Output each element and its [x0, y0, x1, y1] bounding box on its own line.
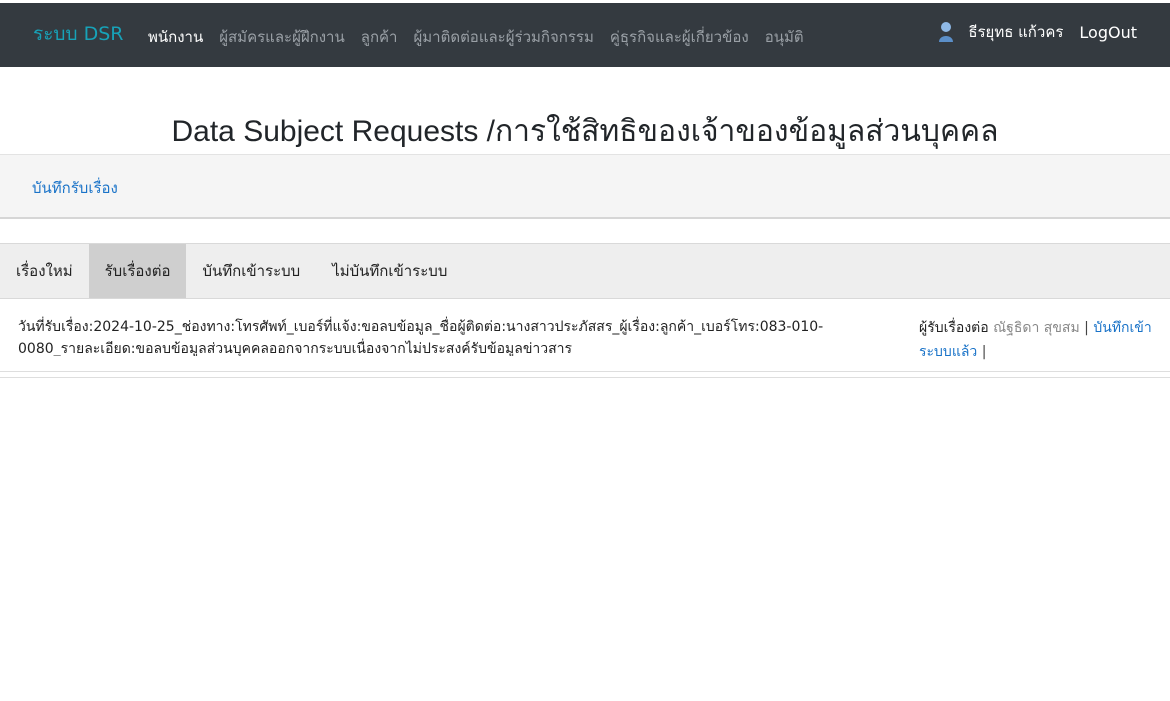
status-tabs: เรื่องใหม่ รับเรื่องต่อ บันทึกเข้าระบบ ไ… — [0, 243, 1170, 299]
nav-item-employees[interactable]: พนักงาน — [148, 25, 203, 49]
nav-item-partners[interactable]: คู่ธุรกิจและผู้เกี่ยวข้อง — [610, 25, 749, 49]
page-title: Data Subject Requests /การใช้สิทธิของเจ้… — [171, 115, 999, 148]
user-area: ธีรยุทธ แก้วคร LogOut — [938, 20, 1137, 44]
separator: | — [1084, 320, 1089, 336]
request-detail-text: 2024-10-25_ช่องทาง:โทรศัพท์_เบอร์ที่แจ้ง… — [18, 319, 824, 356]
nav-item-applicants[interactable]: ผู้สมัครและผู้ฝึกงาน — [219, 25, 345, 49]
nav-item-approve[interactable]: อนุมัติ — [765, 25, 804, 49]
user-name[interactable]: ธีรยุทธ แก้วคร — [968, 20, 1063, 44]
top-navbar: ระบบ DSR พนักงาน ผู้สมัครและผู้ฝึกงาน ลู… — [0, 3, 1170, 67]
request-row: วันที่รับเรื่อง:2024-10-25_ช่องทาง:โทรศั… — [0, 303, 1170, 372]
nav-item-visitors[interactable]: ผู้มาติดต่อและผู้ร่วมกิจกรรม — [413, 25, 593, 49]
record-request-link[interactable]: บันทึกรับเรื่อง — [32, 176, 118, 200]
responder-name: ณัฐธิดา สุขสม — [993, 320, 1080, 336]
nav-item-customers[interactable]: ลูกค้า — [361, 25, 398, 49]
logout-link[interactable]: LogOut — [1079, 23, 1137, 42]
responder-label: ผู้รับเรื่องต่อ — [919, 320, 989, 336]
request-actions: ผู้รับเรื่องต่อ ณัฐธิดา สุขสม | บันทึกเข… — [919, 316, 1162, 364]
action-bar: บันทึกรับเรื่อง — [0, 154, 1170, 219]
divider — [0, 377, 1170, 378]
brand-link[interactable]: ระบบ DSR — [33, 19, 123, 49]
nav-menu: พนักงาน ผู้สมัครและผู้ฝึกงาน ลูกค้า ผู้ม… — [148, 25, 820, 49]
tab-follow-up[interactable]: รับเรื่องต่อ — [88, 244, 187, 298]
tab-recorded[interactable]: บันทึกเข้าระบบ — [186, 244, 316, 298]
tab-new[interactable]: เรื่องใหม่ — [0, 244, 89, 298]
request-details: วันที่รับเรื่อง:2024-10-25_ช่องทาง:โทรศั… — [18, 316, 878, 356]
user-icon — [939, 22, 954, 42]
separator-trailing: | — [981, 344, 987, 360]
received-date-label: วันที่รับเรื่อง: — [18, 319, 94, 335]
tab-not-recorded[interactable]: ไม่บันทึกเข้าระบบ — [316, 244, 463, 298]
